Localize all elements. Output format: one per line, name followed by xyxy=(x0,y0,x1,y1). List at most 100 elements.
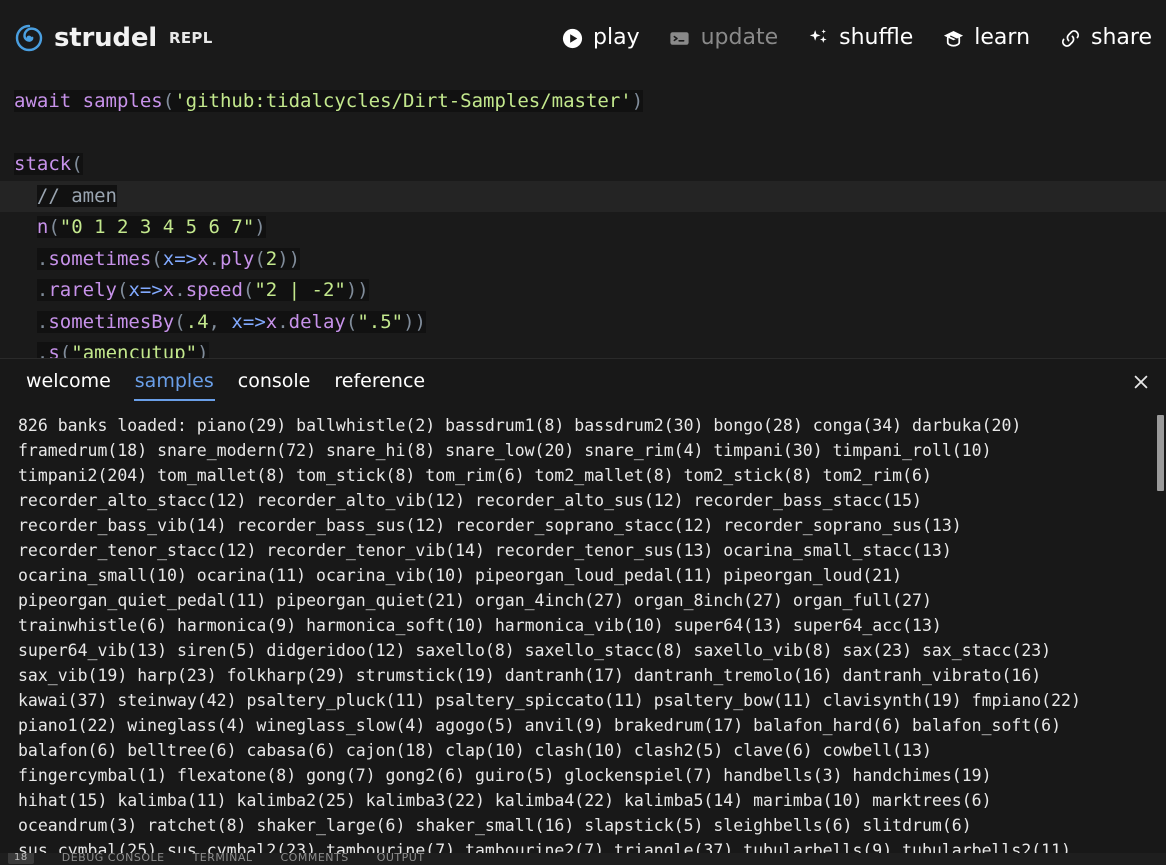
code-token: 'github:tidalcycles/Dirt-Samples/master' xyxy=(174,90,632,112)
samples-line: sus_cymbal(25) sus_cymbal2(23) tambourin… xyxy=(18,841,1071,853)
code-line[interactable]: .sometimes(x=>x.ply(2)) xyxy=(0,244,1166,276)
code-token: ".5" xyxy=(357,310,404,333)
samples-line: hihat(15) kalimba(11) kalimba2(25) kalim… xyxy=(18,791,992,810)
code-token: )) xyxy=(277,247,301,270)
bottom-panel: welcome samples console reference 826 banks… xyxy=(0,358,1166,853)
graduation-cap-icon xyxy=(941,26,965,50)
code-line[interactable]: .rarely(x=>x.speed("2 | -2")) xyxy=(0,275,1166,307)
code-line-content: .s("amencutup") xyxy=(36,342,209,358)
samples-line: recorder_bass_vib(14) recorder_bass_sus(… xyxy=(18,516,962,535)
code-line[interactable]: n("0 1 2 3 4 5 6 7") xyxy=(0,212,1166,244)
samples-line: pipeorgan_quiet_pedal(11) pipeorgan_quie… xyxy=(18,591,932,610)
code-token: . xyxy=(36,279,49,301)
code-line-content: stack( xyxy=(14,153,83,175)
code-token: ) xyxy=(254,216,266,238)
code-token: . xyxy=(36,310,49,333)
code-line-content: // amen xyxy=(36,184,117,207)
brand[interactable]: strudel REPL xyxy=(14,23,213,53)
code-token: x xyxy=(265,310,278,333)
panel-bar-item[interactable]: TERMINAL xyxy=(193,853,253,864)
samples-line: piano1(22) wineglass(4) wineglass_slow(4… xyxy=(18,716,1062,735)
code-token: n xyxy=(36,216,49,238)
panel-bar-item[interactable]: COMMENTS xyxy=(281,853,349,864)
code-token: => xyxy=(242,310,266,333)
panel-tabs: welcome samples console reference xyxy=(14,364,437,401)
samples-line: recorder_alto_stacc(12) recorder_alto_vi… xyxy=(18,491,922,510)
panel-bar-item[interactable]: OUTPUT xyxy=(377,853,425,864)
strudel-spiral-logo-icon xyxy=(14,23,44,53)
code-token: => xyxy=(139,279,163,301)
play-circle-icon xyxy=(560,26,584,50)
code-token: ( xyxy=(162,90,175,112)
code-line-content: .sometimes(x=>x.ply(2)) xyxy=(36,247,301,270)
code-line[interactable]: await samples('github:tidalcycles/Dirt-S… xyxy=(0,86,1166,118)
code-line-content: .sometimesBy(.4, x=>x.delay(".5")) xyxy=(36,310,426,333)
strudel-repl-app: strudel REPL play update shuffle learn s… xyxy=(0,0,1166,865)
code-line-content: n("0 1 2 3 4 5 6 7") xyxy=(36,216,266,238)
code-line[interactable]: .sometimesBy(.4, x=>x.delay(".5")) xyxy=(0,307,1166,339)
tab-welcome[interactable]: welcome xyxy=(14,364,123,401)
problems-count-chip: 18 xyxy=(8,853,34,864)
shuffle-button[interactable]: shuffle xyxy=(792,20,927,56)
samples-line: framedrum(18) snare_modern(72) snare_hi(… xyxy=(18,441,992,460)
samples-line: 826 banks loaded: piano(29) ballwhistle(… xyxy=(18,416,1022,435)
code-token: "amencutup" xyxy=(71,342,198,358)
code-token: . xyxy=(208,247,220,270)
learn-button-label: learn xyxy=(974,25,1031,50)
code-token: // amen xyxy=(36,184,117,207)
share-button-label: share xyxy=(1091,25,1152,50)
code-token: ( xyxy=(345,310,358,333)
code-editor[interactable]: await samples('github:tidalcycles/Dirt-S… xyxy=(0,76,1166,358)
samples-line: kawai(37) steinway(42) psaltery_pluck(11… xyxy=(18,691,1081,710)
editor-panel-bar-items: 18 DEBUG CONSOLE TERMINAL COMMENTS OUTPUT xyxy=(0,853,425,864)
code-token: ( xyxy=(242,279,255,301)
samples-line: balafon(6) belltree(6) cabasa(6) cajon(1… xyxy=(18,741,932,760)
code-token: sometimesBy xyxy=(48,310,175,333)
share-button[interactable]: share xyxy=(1044,20,1166,56)
code-token: delay xyxy=(288,310,346,333)
play-button-label: play xyxy=(593,25,640,50)
code-token: )) xyxy=(345,279,369,301)
code-token: x xyxy=(162,279,175,301)
code-token: .4 xyxy=(185,310,209,333)
tab-samples[interactable]: samples xyxy=(123,364,226,401)
code-token: x xyxy=(162,247,175,270)
code-token: . xyxy=(36,247,49,270)
play-button[interactable]: play xyxy=(546,20,654,56)
code-token: 2 xyxy=(265,247,278,270)
tab-reference[interactable]: reference xyxy=(322,364,437,401)
learn-button[interactable]: learn xyxy=(927,20,1044,56)
samples-list: 826 banks loaded: piano(29) ballwhistle(… xyxy=(0,405,1166,853)
close-icon[interactable] xyxy=(1130,371,1152,393)
code-token: ) xyxy=(631,90,644,112)
code-token: ply xyxy=(220,247,255,270)
code-token: x xyxy=(197,247,209,270)
code-token: => xyxy=(174,247,198,270)
panel-bar-item[interactable]: DEBUG CONSOLE xyxy=(62,853,165,864)
code-token: s xyxy=(48,342,60,358)
code-token: ( xyxy=(254,247,266,270)
brand-name: strudel xyxy=(54,23,157,53)
code-token: x xyxy=(128,279,140,301)
code-token: ( xyxy=(174,310,186,333)
code-line[interactable]: .s("amencutup") xyxy=(0,338,1166,358)
update-button-label: update xyxy=(700,25,779,50)
code-token: . xyxy=(277,310,289,333)
sparkles-icon xyxy=(806,26,830,50)
code-token: "0 1 2 3 4 5 6 7" xyxy=(59,216,255,238)
code-line[interactable]: stack( xyxy=(0,149,1166,181)
update-button[interactable]: update xyxy=(654,20,793,56)
app-header: strudel REPL play update shuffle learn s… xyxy=(0,0,1166,76)
shuffle-button-label: shuffle xyxy=(839,25,914,50)
code-token: ( xyxy=(151,247,163,270)
code-line[interactable]: // amen xyxy=(0,180,1166,212)
samples-line: trainwhistle(6) harmonica(9) harmonica_s… xyxy=(18,616,942,635)
code-line[interactable] xyxy=(0,118,1166,150)
code-token: await xyxy=(14,90,72,112)
samples-line: timpani2(204) tom_mallet(8) tom_stick(8)… xyxy=(18,466,932,485)
header-toolbar: play update shuffle learn share xyxy=(546,20,1166,56)
code-token: rarely xyxy=(48,279,117,301)
panel-scrollbar-thumb[interactable] xyxy=(1157,415,1164,491)
tab-console[interactable]: console xyxy=(226,364,323,401)
